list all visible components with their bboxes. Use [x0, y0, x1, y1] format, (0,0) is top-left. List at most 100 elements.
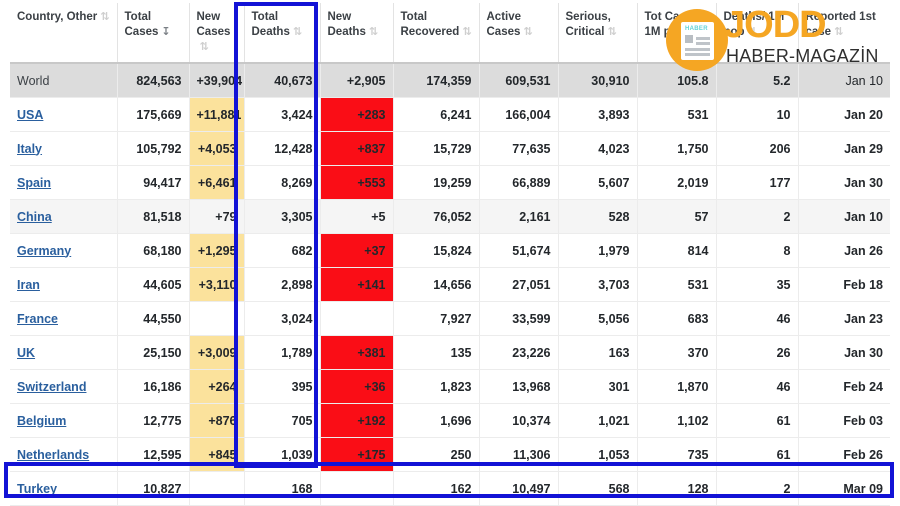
- cell-total-cases: 81,518: [116, 199, 189, 234]
- cell-serious-critical: 568: [557, 471, 637, 506]
- cell-serious-critical: 4,023: [557, 131, 637, 166]
- cell-total-deaths: 40,673: [243, 63, 320, 98]
- column-header-total-cases-label: Total Cases: [124, 11, 159, 38]
- column-header-cases-per-million[interactable]: Tot Cases/ 1M pop ⇅: [636, 3, 716, 64]
- column-header-new-cases[interactable]: New Cases ⇅: [188, 3, 244, 64]
- cell-serious-critical: 163: [557, 335, 637, 370]
- cell-new-deaths: +2,905: [319, 63, 393, 98]
- covid-stats-page: Country, Other ⇅ Total Cases ↧ New Cases⇅ …: [0, 0, 900, 506]
- cell-deaths-per-million: 5.2: [715, 63, 798, 98]
- sort-icon-new-deaths[interactable]: ⇅: [369, 26, 378, 37]
- cell-cases-per-million: 735: [636, 437, 716, 472]
- column-header-total-recovered[interactable]: Total Recovered ⇅: [392, 3, 479, 64]
- country-link[interactable]: USA: [17, 108, 43, 122]
- table-row: Germany 68,180 +1,295 682 +37 15,824 51,674 1,9…: [10, 233, 890, 268]
- cell-new-deaths: +141: [319, 267, 393, 302]
- cell-first-case: Jan 10: [797, 63, 890, 98]
- cell-new-cases: +6,461: [188, 165, 244, 200]
- country-link[interactable]: Iran: [17, 278, 40, 292]
- cell-active-cases: 66,889: [478, 165, 558, 200]
- cell-new-cases: +3,009: [188, 335, 244, 370]
- country-link[interactable]: Germany: [17, 244, 71, 258]
- cell-total-deaths: 395: [243, 369, 320, 404]
- sort-icon-country[interactable]: ⇅: [100, 11, 109, 22]
- cell-total-recovered: 162: [392, 471, 479, 506]
- table-row: USA 175,669 +11,881 3,424 +283 6,241 166,004 3,…: [10, 97, 890, 132]
- cell-cases-per-million: 531: [636, 97, 716, 132]
- cell-new-deaths: +37: [319, 233, 393, 268]
- cell-active-cases: 51,674: [478, 233, 558, 268]
- cell-first-case: Feb 03: [797, 403, 890, 438]
- table-row: Netherlands 12,595 +845 1,039 +175 250 11,306 1…: [10, 437, 890, 472]
- sort-icon-total-deaths[interactable]: ⇅: [293, 26, 302, 37]
- cell-new-deaths: +36: [319, 369, 393, 404]
- cell-new-deaths: +381: [319, 335, 393, 370]
- sort-icon-new-cases[interactable]: ⇅: [200, 41, 209, 52]
- cell-new-cases: +79: [188, 199, 244, 234]
- cell-total-deaths: 3,305: [243, 199, 320, 234]
- table-row: Italy 105,792 +4,053 12,428 +837 15,729 77,635…: [10, 131, 890, 166]
- cell-cases-per-million: 814: [636, 233, 716, 268]
- cell-country: Switzerland: [10, 369, 117, 404]
- country-link[interactable]: Belgium: [17, 414, 66, 428]
- cell-serious-critical: 5,607: [557, 165, 637, 200]
- header-row: Country, Other ⇅ Total Cases ↧ New Cases⇅ …: [10, 3, 890, 64]
- cell-country: Netherlands: [10, 437, 117, 472]
- cell-active-cases: 11,306: [478, 437, 558, 472]
- cell-country: Germany: [10, 233, 117, 268]
- country-link[interactable]: Turkey: [17, 482, 57, 496]
- table-row: Belgium 12,775 +876 705 +192 1,696 10,374 1,021…: [10, 403, 890, 438]
- country-link[interactable]: Spain: [17, 176, 51, 190]
- cell-first-case: Feb 24: [797, 369, 890, 404]
- cell-total-recovered: 19,259: [392, 165, 479, 200]
- cell-deaths-per-million: 26: [715, 335, 798, 370]
- cell-active-cases: 33,599: [478, 301, 558, 336]
- cell-serious-critical: 1,053: [557, 437, 637, 472]
- cell-new-cases: +876: [188, 403, 244, 438]
- sort-icon-deaths-per-million[interactable]: ⇅: [748, 26, 757, 37]
- country-link[interactable]: China: [17, 210, 52, 224]
- cell-total-cases: 44,605: [116, 267, 189, 302]
- column-header-serious-critical[interactable]: Serious, Critical ⇅: [557, 3, 637, 64]
- cell-serious-critical: 1,021: [557, 403, 637, 438]
- sort-icon-active-cases[interactable]: ⇅: [523, 26, 532, 37]
- table-row: China 81,518 +79 3,305 +5 76,052 2,161 528 57 2 Ja…: [10, 199, 890, 234]
- cell-cases-per-million: 1,102: [636, 403, 716, 438]
- country-link[interactable]: Netherlands: [17, 448, 89, 462]
- column-header-total-cases[interactable]: Total Cases ↧: [116, 3, 189, 64]
- cell-new-cases: +4,053: [188, 131, 244, 166]
- cell-active-cases: 10,497: [478, 471, 558, 506]
- column-header-total-deaths[interactable]: Total Deaths ⇅: [243, 3, 320, 64]
- table-body: World 824,563 +39,904 40,673 +2,905 174,359 60…: [10, 63, 890, 506]
- cell-cases-per-million: 1,870: [636, 369, 716, 404]
- cell-deaths-per-million: 2: [715, 471, 798, 506]
- column-header-country-label: Country, Other: [17, 11, 98, 23]
- sort-icon-cases-per-million[interactable]: ⇅: [688, 26, 697, 37]
- column-header-active-cases[interactable]: Active Cases ⇅: [478, 3, 558, 64]
- sort-icon-total-recovered[interactable]: ⇅: [462, 26, 471, 37]
- cell-country: Spain: [10, 165, 117, 200]
- cell-cases-per-million: 2,019: [636, 165, 716, 200]
- cell-deaths-per-million: 2: [715, 199, 798, 234]
- sort-icon-first-case[interactable]: ⇅: [834, 26, 843, 37]
- country-link[interactable]: UK: [17, 346, 35, 360]
- column-header-first-case[interactable]: Reported 1st case ⇅: [797, 3, 890, 64]
- country-link[interactable]: France: [17, 312, 58, 326]
- cell-active-cases: 609,531: [478, 63, 558, 98]
- country-label: World: [17, 73, 50, 88]
- column-header-deaths-per-million[interactable]: Deaths/ 1M pop ⇅: [715, 3, 798, 64]
- column-header-total-recovered-label: Total Recovered: [400, 11, 460, 38]
- sort-icon-serious-critical[interactable]: ⇅: [608, 26, 617, 37]
- country-link[interactable]: Switzerland: [17, 380, 86, 394]
- cell-country: USA: [10, 97, 117, 132]
- cell-country: UK: [10, 335, 117, 370]
- cell-new-cases: +3,110: [188, 267, 244, 302]
- cell-first-case: Feb 18: [797, 267, 890, 302]
- country-link[interactable]: Italy: [17, 142, 42, 156]
- cell-serious-critical: 5,056: [557, 301, 637, 336]
- cell-active-cases: 166,004: [478, 97, 558, 132]
- sort-icon-total-cases-desc[interactable]: ↧: [161, 26, 170, 37]
- column-header-country[interactable]: Country, Other ⇅: [10, 3, 117, 64]
- column-header-new-deaths[interactable]: New Deaths ⇅: [319, 3, 393, 64]
- cell-total-recovered: 14,656: [392, 267, 479, 302]
